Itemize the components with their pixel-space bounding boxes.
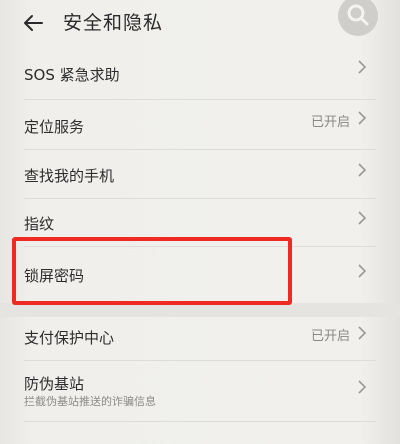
- list-item-sos[interactable]: SOS 紧急求助: [0, 52, 400, 96]
- chevron-right-icon: [358, 111, 367, 125]
- divider: [24, 421, 376, 422]
- list-item-payment-protection[interactable]: 支付保护中心 已开启: [0, 317, 400, 361]
- chevron-right-icon: [358, 60, 367, 74]
- arrow-left-icon[interactable]: [22, 12, 44, 34]
- list-item-label: 指纹: [24, 215, 55, 233]
- page-title: 安全和隐私: [63, 12, 164, 34]
- status-text: 已开启: [310, 329, 350, 344]
- chevron-right-icon: [358, 264, 367, 278]
- chevron-right-icon: [358, 380, 367, 394]
- list-item-subtitle: 拦截伪基站推送的诈骗信息: [24, 395, 156, 408]
- list-item-label: SOS 紧急求助: [24, 66, 120, 84]
- search-icon[interactable]: [338, 0, 378, 36]
- list-item-fake-base-station[interactable]: 防伪基站 拦截伪基站推送的诈骗信息: [0, 361, 400, 421]
- list-item-label: 定位服务: [24, 118, 85, 136]
- list-item-label: 支付保护中心: [24, 329, 115, 347]
- chevron-right-icon: [358, 163, 367, 177]
- list-item-location[interactable]: 定位服务 已开启: [0, 100, 400, 148]
- status-text: 已开启: [310, 115, 350, 130]
- highlight-annotation: [12, 237, 292, 305]
- chevron-right-icon: [358, 211, 367, 225]
- list-item-label: 防伪基站: [24, 375, 85, 393]
- list-item-find-my-phone[interactable]: 查找我的手机: [0, 150, 400, 198]
- settings-screen: 安全和隐私 SOS 紧急求助 定位服务 已开启 查找我的手机 指纹 锁屏密码 支…: [0, 0, 400, 444]
- chevron-right-icon: [358, 326, 367, 340]
- app-header: 安全和隐私: [0, 0, 400, 52]
- section-divider: [0, 303, 400, 317]
- list-item-label: 查找我的手机: [24, 167, 115, 185]
